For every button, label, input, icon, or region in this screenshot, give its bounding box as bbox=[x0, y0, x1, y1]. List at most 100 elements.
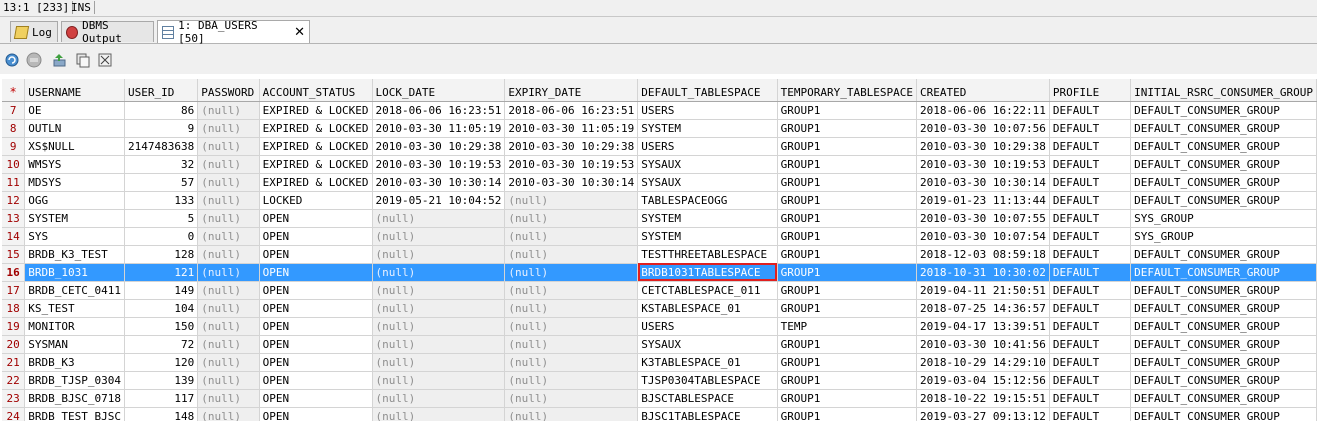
password-cell[interactable]: (null) bbox=[197, 299, 260, 318]
default-tablespace-cell[interactable]: USERS bbox=[637, 101, 778, 120]
username-cell[interactable]: OUTLN bbox=[24, 119, 125, 138]
lock-date-cell[interactable]: (null) bbox=[372, 335, 506, 354]
created-cell[interactable]: 2010-03-30 10:07:54 bbox=[916, 227, 1050, 246]
column-header[interactable]: DEFAULT_TABLESPACE bbox=[637, 79, 778, 102]
default-tablespace-cell[interactable]: TABLESPACEOGG bbox=[637, 191, 778, 210]
account-status-cell[interactable]: OPEN bbox=[259, 371, 373, 390]
password-cell[interactable]: (null) bbox=[197, 317, 260, 336]
profile-cell[interactable]: DEFAULT bbox=[1049, 317, 1132, 336]
user-id-cell[interactable]: 139 bbox=[124, 371, 199, 390]
profile-cell[interactable]: DEFAULT bbox=[1049, 173, 1132, 192]
expiry-date-cell[interactable]: 2010-03-30 10:30:14 bbox=[504, 173, 639, 192]
account-status-cell[interactable]: EXPIRED & LOCKED bbox=[259, 119, 373, 138]
username-cell[interactable]: MONITOR bbox=[24, 317, 125, 336]
default-tablespace-cell[interactable]: BJSC1TABLESPACE bbox=[637, 407, 778, 421]
consumer-group-cell[interactable]: DEFAULT_CONSUMER_GROUP bbox=[1130, 155, 1317, 174]
tab-log[interactable]: Log bbox=[10, 21, 58, 42]
results-grid[interactable]: * USERNAME USER_ID PASSWORD ACCOUNT_STAT… bbox=[2, 79, 1317, 421]
user-id-cell[interactable]: 133 bbox=[124, 191, 199, 210]
default-tablespace-cell[interactable]: SYSTEM bbox=[637, 209, 778, 228]
password-cell[interactable]: (null) bbox=[197, 101, 260, 120]
row-number[interactable]: 11 bbox=[2, 173, 26, 192]
temporary-tablespace-cell[interactable]: GROUP1 bbox=[777, 245, 918, 264]
username-cell[interactable]: SYSTEM bbox=[24, 209, 125, 228]
column-header[interactable]: USER_ID bbox=[124, 79, 199, 102]
consumer-group-cell[interactable]: DEFAULT_CONSUMER_GROUP bbox=[1130, 299, 1317, 318]
user-id-cell[interactable]: 86 bbox=[124, 101, 199, 120]
row-number[interactable]: 13 bbox=[2, 209, 26, 228]
profile-cell[interactable]: DEFAULT bbox=[1049, 389, 1132, 408]
table-row[interactable]: 20 SYSMAN 72 (null) OPEN (null) (null) SYSAUX GR… bbox=[2, 335, 1317, 354]
row-number[interactable]: 8 bbox=[2, 119, 26, 138]
created-cell[interactable]: 2010-03-30 10:07:56 bbox=[916, 119, 1050, 138]
column-header[interactable]: LOCK_DATE bbox=[372, 79, 506, 102]
temporary-tablespace-cell[interactable]: GROUP1 bbox=[777, 281, 918, 300]
account-status-cell[interactable]: EXPIRED & LOCKED bbox=[259, 137, 373, 156]
default-tablespace-cell[interactable]: SYSTEM bbox=[637, 119, 778, 138]
account-status-cell[interactable]: OPEN bbox=[259, 335, 373, 354]
temporary-tablespace-cell[interactable]: GROUP1 bbox=[777, 299, 918, 318]
created-cell[interactable]: 2019-03-27 09:13:12 bbox=[916, 407, 1050, 421]
consumer-group-cell[interactable]: DEFAULT_CONSUMER_GROUP bbox=[1130, 263, 1317, 282]
column-header[interactable]: INITIAL_RSRC_CONSUMER_GROUP bbox=[1130, 79, 1317, 102]
filter-icon[interactable] bbox=[97, 52, 113, 68]
expiry-date-cell[interactable]: (null) bbox=[504, 209, 639, 228]
consumer-group-cell[interactable]: DEFAULT_CONSUMER_GROUP bbox=[1130, 317, 1317, 336]
profile-cell[interactable]: DEFAULT bbox=[1049, 209, 1132, 228]
password-cell[interactable]: (null) bbox=[197, 227, 260, 246]
password-cell[interactable]: (null) bbox=[197, 155, 260, 174]
username-cell[interactable]: BRDB_1031 bbox=[24, 263, 125, 282]
default-tablespace-cell[interactable]: SYSTEM bbox=[637, 227, 778, 246]
account-status-cell[interactable]: OPEN bbox=[259, 245, 373, 264]
consumer-group-cell[interactable]: DEFAULT_CONSUMER_GROUP bbox=[1130, 191, 1317, 210]
username-cell[interactable]: BRDB_K3_TEST bbox=[24, 245, 125, 264]
lock-date-cell[interactable]: (null) bbox=[372, 389, 506, 408]
profile-cell[interactable]: DEFAULT bbox=[1049, 101, 1132, 120]
table-row[interactable]: 10 WMSYS 32 (null) EXPIRED & LOCKED 2010-03-3… bbox=[2, 155, 1317, 174]
table-row[interactable]: 15 BRDB_K3_TEST 128 (null) OPEN (null) (null) T… bbox=[2, 245, 1317, 264]
password-cell[interactable]: (null) bbox=[197, 191, 260, 210]
table-row[interactable]: 19 MONITOR 150 (null) OPEN (null) (null) USERS T… bbox=[2, 317, 1317, 336]
user-id-cell[interactable]: 117 bbox=[124, 389, 199, 408]
row-number[interactable]: 20 bbox=[2, 335, 26, 354]
table-row[interactable]: 17 BRDB_CETC_0411 149 (null) OPEN (null) (null… bbox=[2, 281, 1317, 300]
default-tablespace-cell[interactable]: K3TABLESPACE_01 bbox=[637, 353, 778, 372]
expiry-date-cell[interactable]: 2018-06-06 16:23:51 bbox=[504, 101, 639, 120]
account-status-cell[interactable]: EXPIRED & LOCKED bbox=[259, 173, 373, 192]
user-id-cell[interactable]: 104 bbox=[124, 299, 199, 318]
user-id-cell[interactable]: 120 bbox=[124, 353, 199, 372]
table-row[interactable]: 23 BRDB_BJSC_0718 117 (null) OPEN (null) (null… bbox=[2, 389, 1317, 408]
user-id-cell[interactable]: 32 bbox=[124, 155, 199, 174]
lock-date-cell[interactable]: (null) bbox=[372, 317, 506, 336]
username-cell[interactable]: WMSYS bbox=[24, 155, 125, 174]
profile-cell[interactable]: DEFAULT bbox=[1049, 407, 1132, 421]
account-status-cell[interactable]: OPEN bbox=[259, 353, 373, 372]
row-number[interactable]: 21 bbox=[2, 353, 26, 372]
created-cell[interactable]: 2018-07-25 14:36:57 bbox=[916, 299, 1050, 318]
username-cell[interactable]: KS_TEST bbox=[24, 299, 125, 318]
tab-dba-users[interactable]: 1: DBA_USERS [50] ✕ bbox=[157, 19, 310, 45]
expiry-date-cell[interactable]: 2010-03-30 11:05:19 bbox=[504, 119, 639, 138]
table-row[interactable]: 8 OUTLN 9 (null) EXPIRED & LOCKED 2010-03-30 … bbox=[2, 119, 1317, 138]
created-cell[interactable]: 2018-12-03 08:59:18 bbox=[916, 245, 1050, 264]
expiry-date-cell[interactable]: (null) bbox=[504, 227, 639, 246]
password-cell[interactable]: (null) bbox=[197, 335, 260, 354]
username-cell[interactable]: MDSYS bbox=[24, 173, 125, 192]
expiry-date-cell[interactable]: (null) bbox=[504, 353, 639, 372]
expiry-date-cell[interactable]: (null) bbox=[504, 245, 639, 264]
username-cell[interactable]: OGG bbox=[24, 191, 125, 210]
copy-icon[interactable] bbox=[75, 52, 91, 68]
lock-date-cell[interactable]: 2010-03-30 10:19:53 bbox=[372, 155, 506, 174]
row-number[interactable]: 18 bbox=[2, 299, 26, 318]
row-number[interactable]: 19 bbox=[2, 317, 26, 336]
consumer-group-cell[interactable]: DEFAULT_CONSUMER_GROUP bbox=[1130, 119, 1317, 138]
refresh-icon[interactable] bbox=[4, 52, 20, 68]
lock-date-cell[interactable]: 2018-06-06 16:23:51 bbox=[372, 101, 506, 120]
column-header[interactable]: TEMPORARY_TABLESPACE bbox=[777, 79, 918, 102]
default-tablespace-cell[interactable]: CETCTABLESPACE_011 bbox=[637, 281, 778, 300]
password-cell[interactable]: (null) bbox=[197, 245, 260, 264]
user-id-cell[interactable]: 149 bbox=[124, 281, 199, 300]
password-cell[interactable]: (null) bbox=[197, 353, 260, 372]
default-tablespace-cell[interactable]: SYSAUX bbox=[637, 335, 778, 354]
account-status-cell[interactable]: OPEN bbox=[259, 389, 373, 408]
